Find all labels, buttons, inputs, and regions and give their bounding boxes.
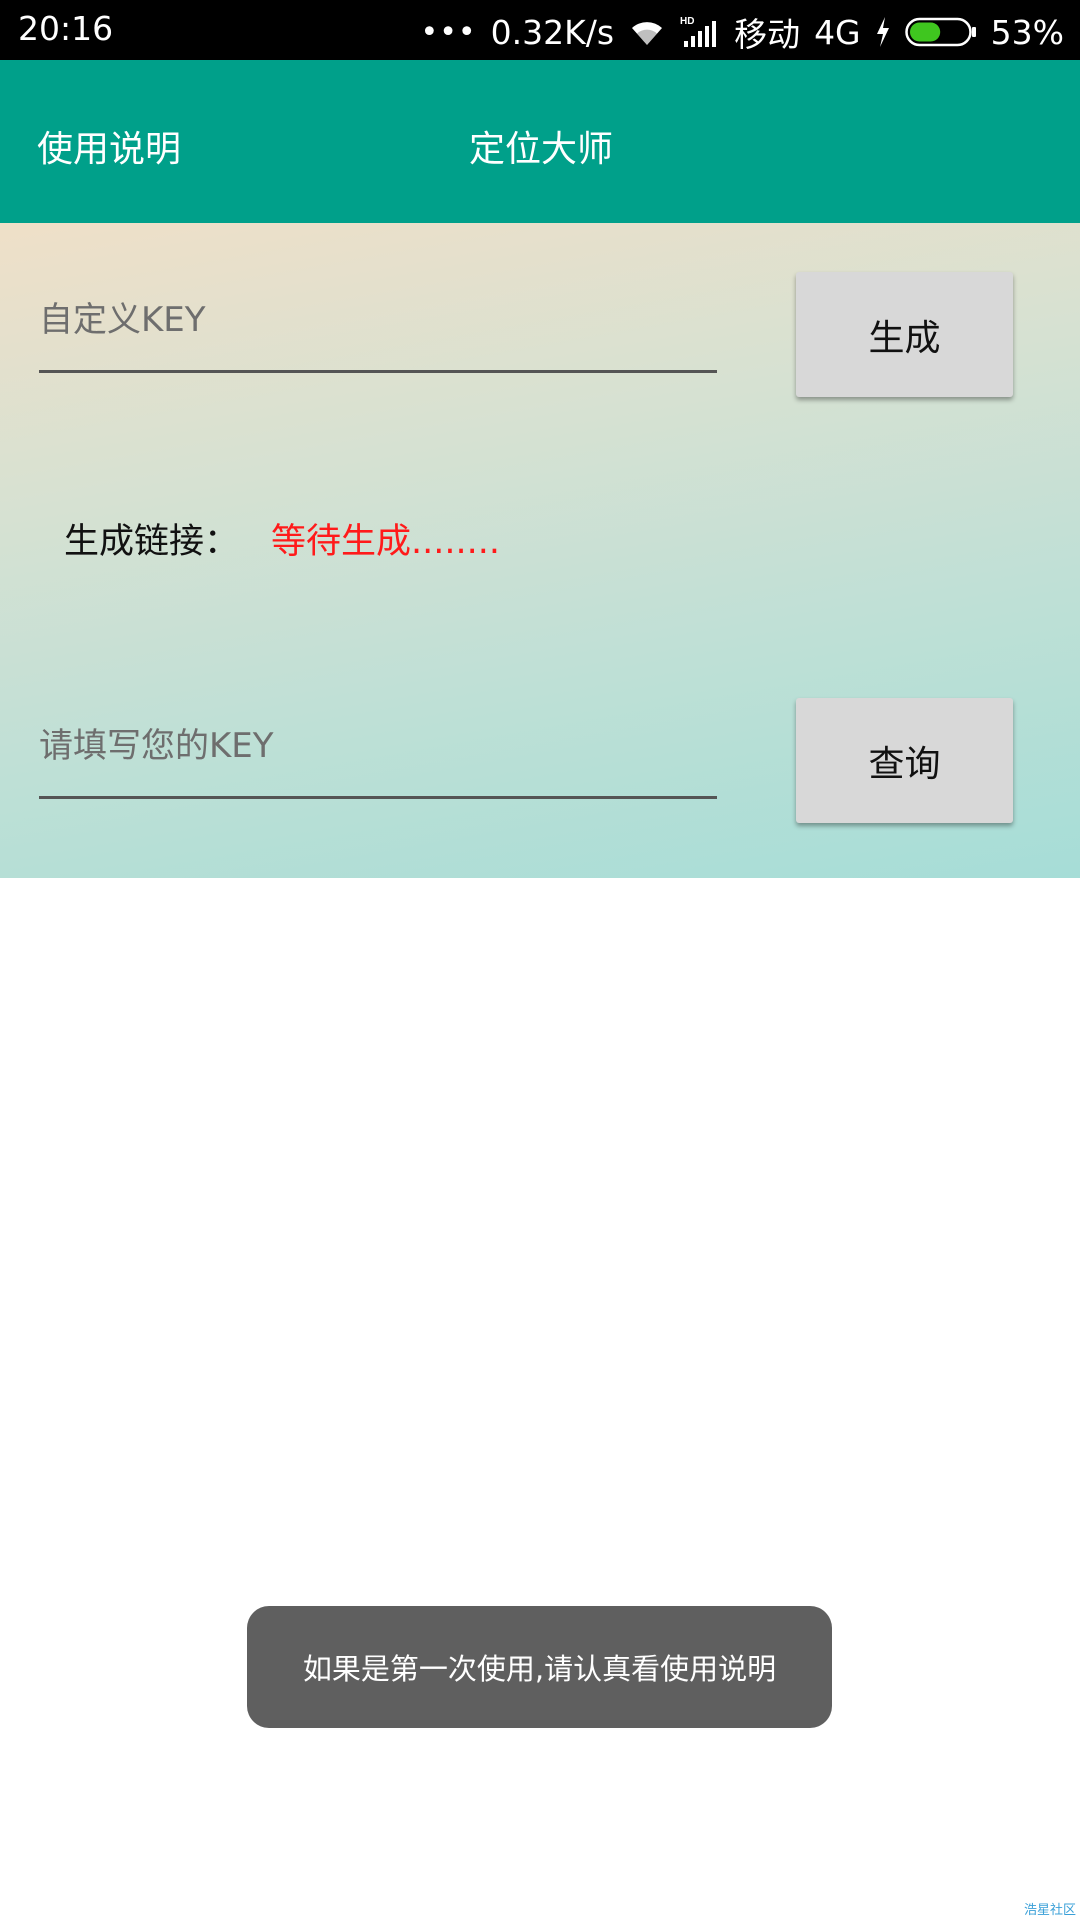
- custom-key-input[interactable]: [39, 290, 717, 350]
- app-bar: 使用说明 定位大师: [0, 60, 1080, 223]
- link-label: 生成链接：: [64, 522, 240, 562]
- status-icons: ••• 0.32K/s HD 移动 4G 53%: [421, 8, 1064, 56]
- charging-bolt-icon: [875, 17, 891, 47]
- carrier-name: 移动: [734, 15, 801, 54]
- battery-percent: 53%: [990, 12, 1064, 52]
- main-panel: 生成 生成链接： 等待生成........ 查询: [0, 223, 1080, 878]
- query-key-field: [39, 696, 717, 799]
- battery-fill: [909, 22, 940, 42]
- custom-key-field: [39, 270, 717, 373]
- generate-button[interactable]: 生成: [796, 272, 1013, 397]
- status-time: 20:16: [18, 9, 114, 48]
- help-link[interactable]: 使用说明: [37, 120, 181, 172]
- wifi-icon: [628, 17, 666, 47]
- network-speed: 0.32K/s: [490, 12, 615, 52]
- svg-text:HD: HD: [680, 16, 694, 27]
- app-title: 定位大师: [469, 129, 614, 170]
- link-value: 等待生成........: [271, 522, 501, 562]
- battery-icon: [904, 17, 977, 47]
- network-type: 4G: [814, 12, 861, 52]
- query-key-input[interactable]: [39, 716, 717, 776]
- query-button[interactable]: 查询: [796, 698, 1013, 823]
- toast-message: 如果是第一次使用,请认真看使用说明: [247, 1606, 832, 1728]
- status-bar: 20:16 ••• 0.32K/s HD 移动 4G 53%: [0, 0, 1080, 60]
- more-dots-icon: •••: [420, 14, 477, 50]
- signal-icon: HD: [680, 15, 720, 49]
- watermark: 浩星社区: [1023, 1903, 1076, 1918]
